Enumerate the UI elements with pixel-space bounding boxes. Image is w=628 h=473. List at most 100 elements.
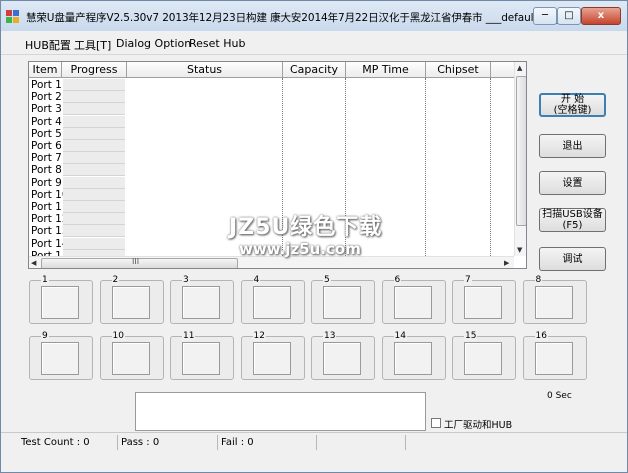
maximize-icon: □ [564, 10, 574, 21]
port-slot-number: 8 [534, 275, 543, 285]
port-slot-indicator [464, 342, 502, 375]
column-header-item[interactable]: Item [29, 62, 62, 78]
exit-button-label: 退出 [562, 140, 583, 152]
port-slot[interactable] [522, 336, 587, 380]
port-slot-number: 9 [41, 331, 49, 341]
scan-usb-button[interactable]: 扫描USB设备 (F5) [539, 208, 606, 232]
scan-usb-button-hint: (F5) [562, 220, 583, 231]
menu-separator [1, 54, 627, 55]
column-divider [345, 78, 346, 256]
settings-button[interactable]: 设置 [539, 171, 606, 195]
port-progress-cell [63, 152, 125, 165]
column-divider [490, 78, 491, 256]
port-slot-number: 13 [323, 331, 337, 341]
column-divider [282, 78, 283, 256]
port-progress-cell [63, 237, 125, 250]
exit-button[interactable]: 退出 [539, 134, 606, 158]
log-output[interactable] [135, 392, 426, 431]
port-slot[interactable] [522, 280, 587, 324]
port-slot-number: 6 [393, 275, 402, 285]
port-slot-indicator [252, 342, 291, 375]
port-slot[interactable] [170, 336, 234, 380]
column-header-progress[interactable]: Progress [62, 62, 127, 78]
app-icon [6, 10, 20, 24]
menu-dialog-option[interactable]: Dialog Option [116, 37, 191, 50]
scroll-left-icon[interactable]: ◀ [31, 259, 36, 267]
port-slot-number: 14 [393, 331, 407, 341]
port-slot-indicator [534, 286, 573, 319]
port-slot-indicator [182, 342, 220, 375]
minimize-button[interactable]: ─ [533, 7, 557, 25]
column-header-status[interactable]: Status [127, 62, 283, 78]
column-header-capacity[interactable]: Capacity [283, 62, 346, 78]
status-cell-empty [407, 435, 607, 450]
port-slot[interactable] [311, 280, 375, 324]
port-slot-indicator [323, 286, 361, 319]
start-button-hint: (空格键) [553, 105, 592, 116]
scroll-up-icon[interactable]: ▲ [517, 64, 522, 72]
debug-button[interactable]: 调试 [539, 247, 606, 271]
vertical-scroll-thumb[interactable] [516, 76, 526, 226]
port-slot-indicator [252, 286, 291, 319]
port-progress-cell [63, 140, 125, 152]
port-slot-number: 5 [323, 275, 331, 285]
horizontal-scrollbar[interactable]: ◀ III ▶ [29, 256, 514, 268]
menu-bar: HUB配置 工具[T] Dialog Option Reset Hub [1, 37, 627, 53]
port-slot[interactable] [452, 336, 516, 380]
minimize-icon: ─ [541, 10, 549, 21]
port-slot[interactable] [311, 336, 375, 380]
factory-driver-checkbox[interactable] [431, 418, 441, 428]
port-row-label: Port 6 [31, 140, 62, 152]
port-slot[interactable] [240, 280, 305, 324]
vertical-scrollbar[interactable]: ▲ ▼ [514, 62, 526, 256]
port-slot[interactable] [240, 336, 305, 380]
port-progress-cell [63, 79, 125, 91]
port-slot[interactable] [170, 280, 234, 324]
status-pass: Pass : 0 [119, 435, 218, 450]
port-slot-indicator [534, 342, 573, 375]
port-slot[interactable] [99, 280, 164, 324]
port-progress-cell [63, 201, 125, 213]
port-slot[interactable] [99, 336, 164, 380]
maximize-button[interactable]: □ [557, 7, 581, 25]
port-table: Item Progress Status Capacity MP Time Ch… [28, 61, 527, 269]
menu-reset-hub[interactable]: Reset Hub [189, 37, 245, 50]
port-progress-cell [63, 164, 125, 177]
status-fail: Fail : 0 [219, 435, 317, 450]
menu-tools[interactable]: 工具[T] [74, 37, 111, 53]
port-progress-cell [63, 103, 125, 116]
port-slot-indicator [111, 342, 150, 375]
horizontal-scroll-thumb[interactable]: III [41, 257, 238, 268]
port-row-label: Port 9 [31, 176, 62, 189]
port-slot-number: 10 [111, 331, 125, 341]
scroll-down-icon[interactable]: ▼ [517, 246, 522, 254]
port-slot-indicator [464, 286, 502, 319]
column-header-mp-time[interactable]: MP Time [346, 62, 426, 78]
status-test-count: Test Count : 0 [19, 435, 118, 450]
port-slot[interactable] [29, 280, 93, 324]
menu-hub-config[interactable]: HUB配置 [25, 37, 71, 53]
port-slot-number: 4 [252, 275, 261, 285]
factory-driver-label: 工厂驱动和HUB [444, 420, 513, 431]
port-progress-cell [63, 115, 125, 128]
port-progress-cell [63, 127, 125, 140]
close-icon: x [597, 10, 605, 21]
start-button-label: 开 始 [560, 94, 585, 105]
port-slot-indicator [393, 286, 432, 319]
start-button[interactable]: 开 始 (空格键) [539, 93, 606, 117]
port-row-label: Port 8 [31, 164, 62, 177]
status-bar: Test Count : 0 Pass : 0 Fail : 0 [1, 432, 627, 453]
port-slot-indicator [41, 286, 79, 319]
port-slot[interactable] [29, 336, 93, 380]
close-button[interactable]: x [581, 7, 621, 25]
scroll-right-icon[interactable]: ▶ [504, 259, 509, 267]
port-slot-number: 2 [111, 275, 120, 285]
port-progress-cell [63, 176, 125, 189]
port-slot[interactable] [381, 280, 446, 324]
column-header-chipset[interactable]: Chipset [426, 62, 491, 78]
port-slot[interactable] [381, 336, 446, 380]
port-slot-number: 11 [182, 331, 196, 341]
port-row-label: Port 4 [31, 115, 62, 128]
port-slot[interactable] [452, 280, 516, 324]
port-slot-number: 15 [464, 331, 478, 341]
